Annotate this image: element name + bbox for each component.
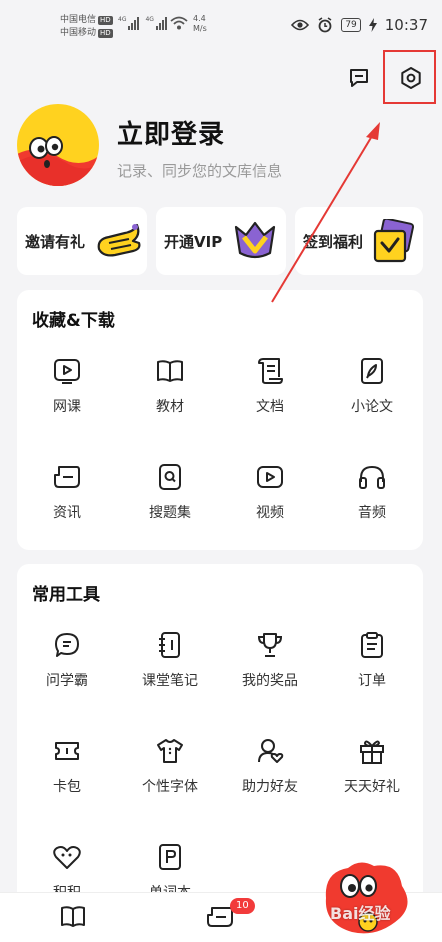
trophy-icon (257, 633, 283, 657)
tools-title: 常用工具 (32, 585, 100, 605)
invite-gift-icon (97, 223, 141, 257)
signal-icon: 4G (145, 16, 167, 30)
grid-item-my-prizes[interactable]: 我的奖品 (220, 630, 320, 690)
grid-item-document[interactable]: 文档 (220, 356, 320, 416)
grid-item-label: 个性字体 (142, 779, 198, 795)
grid-item-label: 问学霸 (46, 673, 88, 689)
network-speed: 4.4 M/s (193, 14, 207, 33)
favorites-title: 收藏&下载 (32, 311, 115, 331)
hd-badge: HD (98, 16, 113, 25)
grid-item-online-course[interactable]: 网课 (17, 356, 117, 416)
friend-heart-icon (258, 739, 284, 763)
p-book-icon (159, 844, 181, 870)
settings-icon (401, 67, 421, 89)
mascot-avatar-icon (17, 104, 99, 186)
book-icon (157, 360, 183, 382)
settings-button[interactable] (396, 63, 426, 93)
grid-item-card-wallet[interactable]: 卡包 (17, 736, 117, 796)
search-doc-icon (159, 464, 181, 490)
eye-icon (291, 19, 310, 31)
grid-item-label: 卡包 (53, 779, 81, 795)
chat-bubble-icon (55, 633, 79, 657)
grid-item-label: 网课 (53, 399, 81, 415)
gift-box-icon (360, 740, 384, 764)
hd-badge: HD (98, 29, 113, 38)
play-screen-icon (54, 359, 80, 384)
grid-item-label: 助力好友 (242, 779, 298, 795)
grid-item-label: 教材 (156, 399, 184, 415)
headphones-icon (359, 465, 385, 489)
grid-item-textbook[interactable]: 教材 (120, 356, 220, 416)
grid-item-label: 订单 (358, 673, 386, 689)
grid-item-question-set[interactable]: 搜题集 (120, 462, 220, 522)
grid-item-news[interactable]: 资讯 (17, 462, 117, 522)
library-book-icon (61, 906, 85, 927)
tshirt-icon (157, 739, 183, 763)
checkin-card[interactable]: 签到福利 (295, 207, 423, 275)
grid-item-label: 课堂笔记 (142, 673, 198, 689)
vip-label: 开通VIP (164, 232, 223, 251)
grid-item-video[interactable]: 视频 (220, 462, 320, 522)
grid-item-label: 搜题集 (149, 505, 191, 521)
tools-section: 常用工具 问学霸 课堂笔记 我的奖品 订单 卡包 个性字体 助力好友 天天好礼 … (17, 564, 423, 904)
battery-indicator: 79 (341, 18, 361, 32)
video-play-icon (257, 466, 283, 488)
vip-crown-icon (234, 221, 276, 259)
grid-item-paper[interactable]: 小论文 (322, 356, 422, 416)
grid-item-custom-font[interactable]: 个性字体 (120, 736, 220, 796)
grid-item-label: 文档 (256, 399, 284, 415)
grid-item-help-friends[interactable]: 助力好友 (220, 736, 320, 796)
grid-item-label: 我的奖品 (242, 673, 298, 689)
grid-item-ask-expert[interactable]: 问学霸 (17, 630, 117, 690)
grid-item-label: 小论文 (351, 399, 393, 415)
clipboard-icon (361, 632, 383, 658)
ticket-icon (55, 742, 79, 760)
watermark: Bai经验 (330, 904, 391, 923)
grid-item-label: 天天好礼 (344, 779, 400, 795)
grid-item-label: 资讯 (53, 505, 81, 521)
grid-item-daily-gift[interactable]: 天天好礼 (322, 736, 422, 796)
grid-item-audio[interactable]: 音频 (322, 462, 422, 522)
grid-item-orders[interactable]: 订单 (322, 630, 422, 690)
vip-card[interactable]: 开通VIP (156, 207, 286, 275)
checkin-label: 签到福利 (303, 232, 364, 251)
pen-nib-icon (361, 358, 383, 384)
carrier-name-2: 中国移动 (60, 28, 97, 38)
heart-face-icon (53, 846, 81, 869)
login-subtitle: 记录、同步您的文库信息 (117, 162, 283, 180)
scroll-doc-icon (258, 358, 283, 384)
message-icon (350, 69, 368, 87)
grid-item-label: 音频 (358, 505, 386, 521)
charging-icon (368, 18, 377, 32)
checkin-card-icon (373, 219, 415, 263)
wifi-icon (170, 16, 188, 30)
signal-indicators: 4G 4G (118, 16, 167, 30)
notebook-icon (159, 632, 180, 658)
status-bar: 中国电信 HD 中国移动 HD 4G 4G 4.4 M/s 79 10:37 (0, 0, 442, 52)
grid-item-label: 视频 (256, 505, 284, 521)
invite-card[interactable]: 邀请有礼 (17, 207, 147, 275)
nav-library[interactable] (60, 905, 86, 933)
avatar[interactable] (17, 104, 99, 186)
carrier-name-1: 中国电信 (60, 15, 97, 25)
signal-icon: 4G (118, 16, 140, 30)
news-icon (54, 466, 80, 488)
clock-time: 10:37 (384, 16, 428, 34)
message-button[interactable] (344, 63, 374, 93)
carrier-info: 中国电信 HD 中国移动 HD (60, 14, 113, 40)
login-title[interactable]: 立即登录 (117, 114, 225, 151)
favorites-section: 收藏&下载 网课 教材 文档 小论文 资讯 搜题集 视频 音频 (17, 290, 423, 550)
alarm-icon (318, 17, 332, 33)
notification-badge: 10 (230, 898, 255, 914)
grid-item-class-notes[interactable]: 课堂笔记 (120, 630, 220, 690)
invite-label: 邀请有礼 (25, 232, 86, 251)
